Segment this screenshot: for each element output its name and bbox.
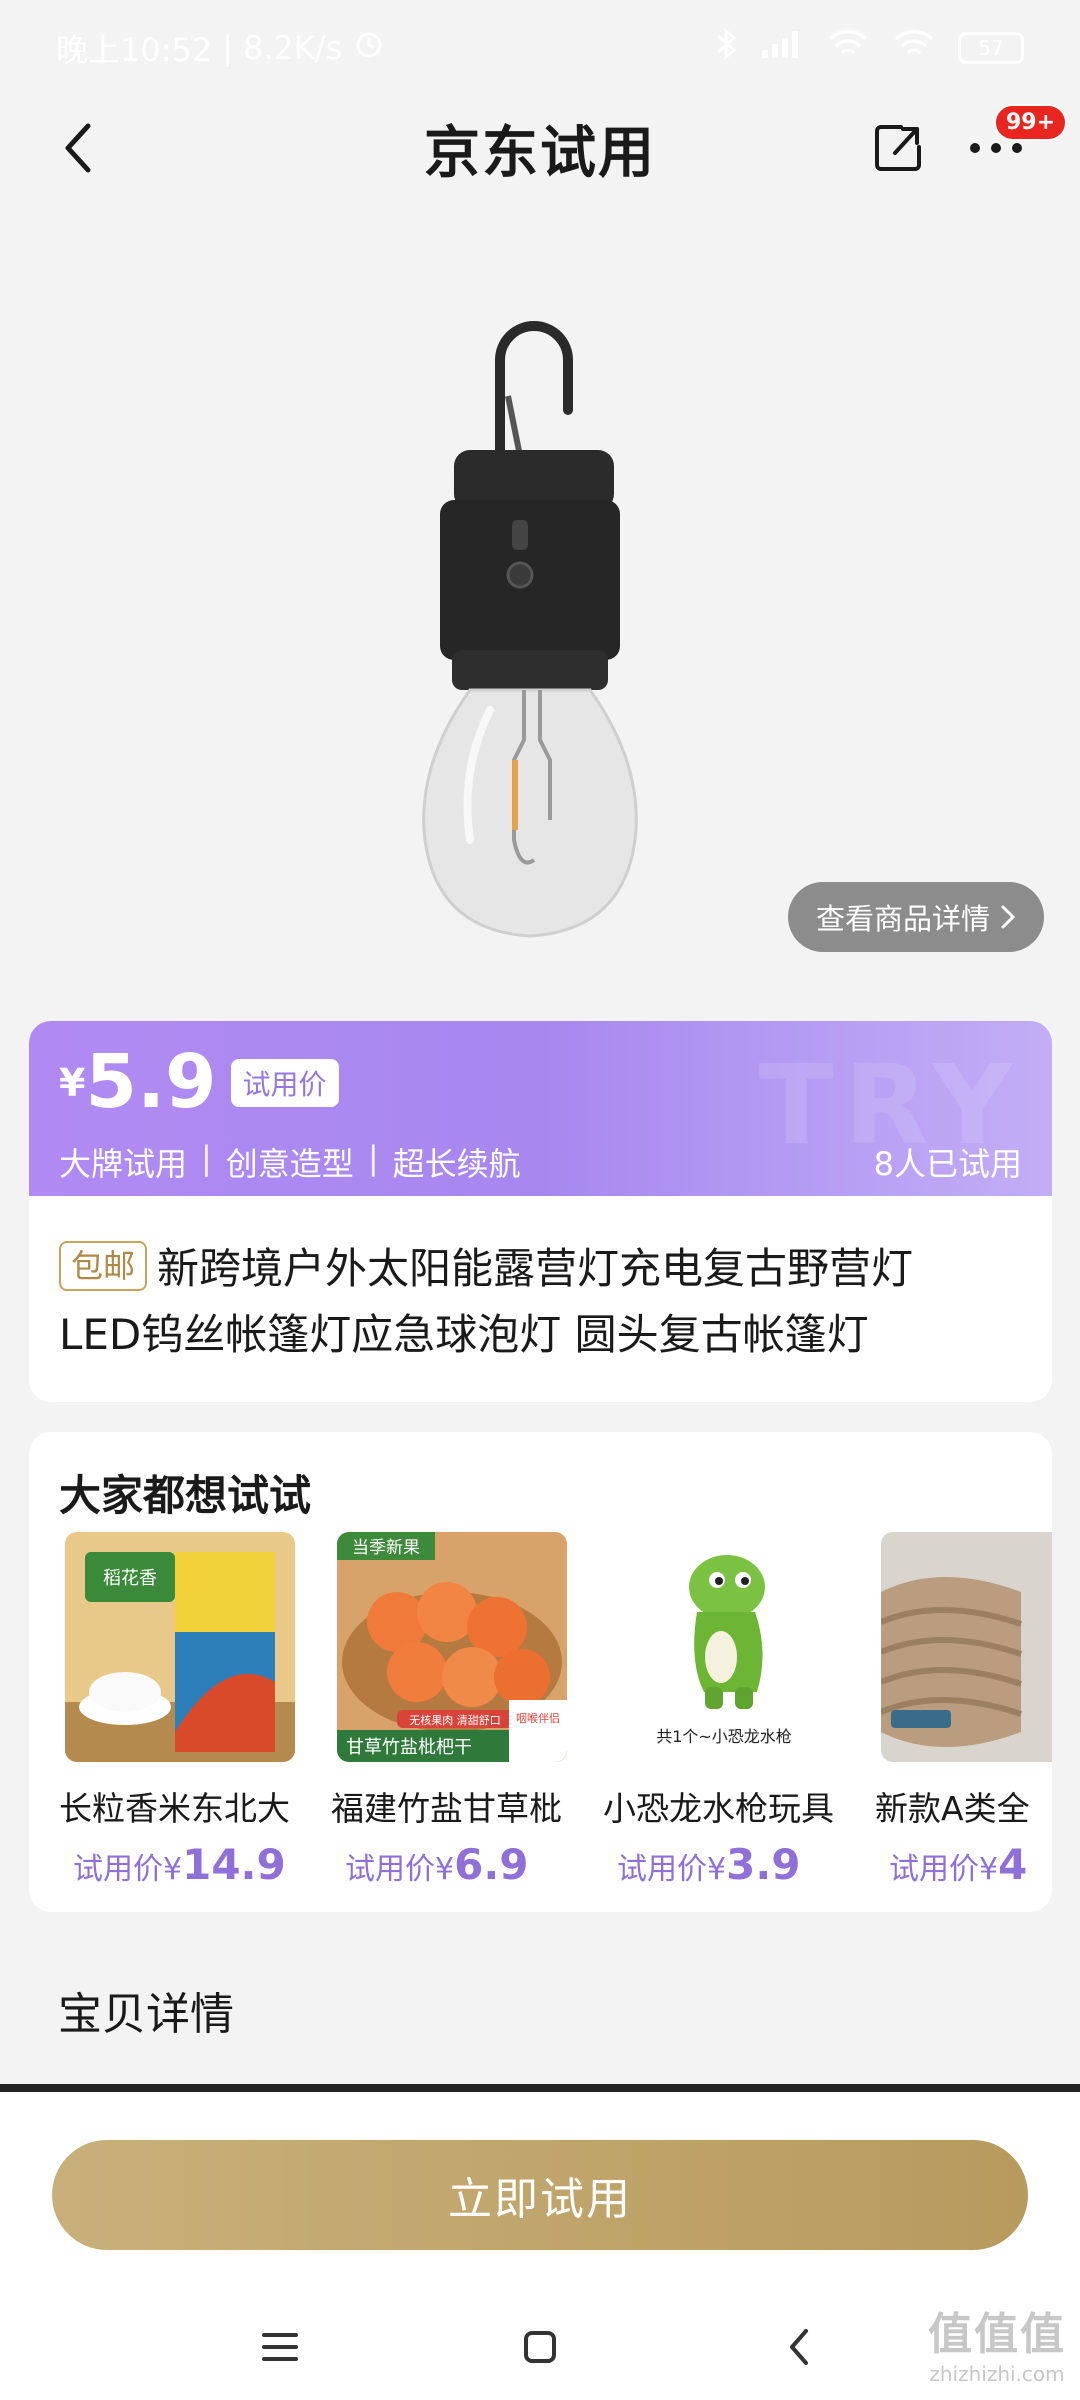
loquat-product-image: 当季新果 无核果肉 清甜舒口 甘草竹盐枇杷干 咽喉伴侣 bbox=[337, 1532, 567, 1762]
feature-item: 超长续航 bbox=[392, 1145, 521, 1183]
recommend-name: 福建竹盐甘草枇 bbox=[331, 1789, 562, 1828]
nav-home-button[interactable] bbox=[510, 2317, 570, 2377]
rice-banner-text: 稻花香 bbox=[103, 1568, 157, 1589]
recommend-price: 试用价¥3.9 bbox=[617, 1840, 801, 1889]
back-button[interactable] bbox=[48, 118, 108, 178]
product-title-line-1: 包邮 新跨境户外太阳能露营灯充电复古野营灯 bbox=[59, 1236, 1022, 1302]
loquat-side-label: 咽喉伴侣 bbox=[516, 1711, 560, 1725]
recommend-price-label: 试用价¥ bbox=[617, 1852, 727, 1887]
product-thumbnail: 当季新果 无核果肉 清甜舒口 甘草竹盐枇杷干 咽喉伴侣 bbox=[337, 1532, 567, 1762]
loquat-top-label: 当季新果 bbox=[352, 1538, 420, 1558]
recommend-price-label: 试用价¥ bbox=[889, 1852, 999, 1887]
status-right: 57 bbox=[714, 26, 1024, 70]
product-title-text-1: 新跨境户外太阳能露营灯充电复古野营灯 bbox=[157, 1244, 914, 1293]
notification-badge: 99+ bbox=[994, 104, 1068, 141]
try-now-button[interactable]: 立即试用 bbox=[52, 2140, 1028, 2250]
recommend-price-value: 14.9 bbox=[182, 1840, 286, 1889]
view-detail-label: 查看商品详情 bbox=[816, 902, 991, 936]
product-thumbnail: 稻花香 bbox=[65, 1532, 295, 1762]
recommend-price-value: 3.9 bbox=[726, 1840, 801, 1889]
share-button[interactable] bbox=[868, 118, 928, 178]
page: 晚上10:52 | 8.2K/s 57 京东试用 99+ 查看商品详情 TRY … bbox=[0, 0, 1080, 2400]
header: 京东试用 bbox=[0, 96, 1080, 200]
watermark-domain: zhizhizhi.com bbox=[929, 2362, 1065, 2386]
free-shipping-tag: 包邮 bbox=[59, 1241, 148, 1291]
recommend-name: 小恐龙水枪玩具 bbox=[603, 1789, 834, 1828]
dino-caption: 共1个~小恐龙水枪 bbox=[656, 1727, 792, 1746]
product-thumbnail bbox=[881, 1532, 1052, 1762]
currency-symbol: ¥ bbox=[59, 1061, 86, 1105]
loquat-bottom-label: 甘草竹盐枇杷干 bbox=[346, 1737, 472, 1758]
product-thumbnail: 共1个~小恐龙水枪 bbox=[609, 1532, 839, 1762]
watermark-text: 值值值 bbox=[928, 2309, 1066, 2361]
blanket-product-image bbox=[881, 1532, 1052, 1762]
recommend-price-label: 试用价¥ bbox=[73, 1852, 183, 1887]
nav-back-button[interactable] bbox=[770, 2317, 830, 2377]
recommend-price-value: 4 bbox=[998, 1840, 1028, 1889]
more-dots-icon bbox=[970, 143, 1022, 153]
share-icon bbox=[875, 125, 921, 171]
page-title: 京东试用 bbox=[424, 120, 656, 186]
recommend-card: 大家都想试试 稻花香 长粒香米东北大 试用价¥14.9 当季新果 无核果肉 清甜… bbox=[29, 1432, 1052, 1912]
chevron-left-icon bbox=[65, 123, 91, 173]
status-divider: | bbox=[222, 29, 234, 67]
wifi-2-icon bbox=[892, 27, 936, 69]
product-title-card: 包邮 新跨境户外太阳能露营灯充电复古野营灯 LED钨丝帐篷灯应急球泡灯 圆头复古帐… bbox=[29, 1196, 1052, 1402]
feature-separator: | bbox=[201, 1139, 212, 1177]
recommend-price: 试用价¥4 bbox=[889, 1840, 1027, 1889]
recommend-list[interactable]: 稻花香 长粒香米东北大 试用价¥14.9 当季新果 无核果肉 清甜舒口 甘草竹盐… bbox=[59, 1532, 1052, 1892]
rice-product-image: 稻花香 bbox=[65, 1532, 295, 1762]
view-detail-button[interactable]: 查看商品详情 bbox=[788, 882, 1045, 952]
status-time: 晚上10:52 bbox=[56, 31, 213, 69]
recommend-price: 试用价¥6.9 bbox=[345, 1840, 529, 1889]
trial-price-tag: 试用价 bbox=[230, 1059, 339, 1107]
feature-item: 大牌试用 bbox=[59, 1145, 188, 1183]
menu-icon bbox=[262, 2333, 298, 2361]
feature-item: 创意造型 bbox=[225, 1145, 354, 1183]
back-triangle-icon bbox=[790, 2329, 808, 2365]
feature-list: 大牌试用 | 创意造型 | 超长续航 bbox=[59, 1139, 521, 1185]
recommend-price: 试用价¥14.9 bbox=[73, 1840, 286, 1889]
recommend-price-label: 试用价¥ bbox=[345, 1852, 455, 1887]
status-left: 晚上10:52 | 8.2K/s bbox=[56, 25, 386, 71]
feature-separator: | bbox=[367, 1139, 379, 1177]
detail-section-title: 宝贝详情 bbox=[58, 1989, 234, 2040]
signal-icon bbox=[760, 28, 804, 68]
price-row: ¥ 5.9 试用价 bbox=[59, 1045, 339, 1119]
recommend-name: 长粒香米东北大 bbox=[59, 1789, 290, 1828]
bottom-divider bbox=[0, 2084, 1080, 2092]
site-watermark: 值值值 zhizhizhi.com bbox=[928, 2309, 1066, 2386]
trial-price: 5.9 bbox=[85, 1039, 217, 1125]
dino-product-image: 共1个~小恐龙水枪 bbox=[609, 1532, 839, 1762]
system-nav-bar bbox=[0, 2302, 1080, 2392]
product-lamp-image bbox=[422, 321, 638, 938]
wifi-icon bbox=[826, 27, 870, 69]
chevron-right-icon bbox=[1001, 905, 1016, 929]
price-banner: TRY ¥ 5.9 试用价 大牌试用 | 创意造型 | 超长续航 8人已试用 bbox=[29, 1021, 1052, 1203]
loquat-strip-label: 无核果肉 清甜舒口 bbox=[409, 1713, 501, 1727]
product-title-line-2: LED钨丝帐篷灯应急球泡灯 圆头复古帐篷灯 bbox=[59, 1310, 869, 1359]
recommend-price-value: 6.9 bbox=[454, 1840, 529, 1889]
battery-icon: 57 bbox=[958, 32, 1024, 64]
alarm-icon bbox=[352, 27, 386, 69]
home-square-icon bbox=[524, 2331, 556, 2363]
recommend-title: 大家都想试试 bbox=[59, 1471, 312, 1520]
status-speed: 8.2K/s bbox=[243, 29, 343, 67]
bottom-bar: 立即试用 值值值 zhizhizhi.com bbox=[0, 2092, 1080, 2400]
tried-count: 8人已试用 bbox=[873, 1145, 1022, 1183]
bluetooth-icon bbox=[714, 26, 738, 70]
recommend-name: 新款A类全 bbox=[875, 1789, 1030, 1828]
product-gallery[interactable]: 查看商品详情 bbox=[0, 200, 1080, 990]
status-bar: 晚上10:52 | 8.2K/s 57 bbox=[0, 0, 1080, 96]
nav-menu-button[interactable] bbox=[250, 2317, 310, 2377]
